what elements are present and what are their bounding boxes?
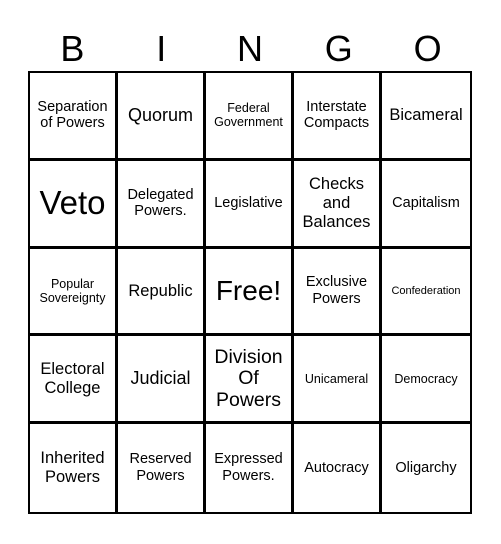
bingo-cell[interactable]: Electoral College: [30, 336, 118, 425]
bingo-cell[interactable]: Division Of Powers: [206, 336, 294, 425]
bingo-cell[interactable]: Legislative: [206, 160, 294, 249]
free-space[interactable]: Free!: [206, 248, 294, 337]
header-letter-i: I: [156, 28, 167, 69]
bingo-cell[interactable]: Unicameral: [294, 336, 382, 425]
header-letter-n: N: [236, 28, 263, 69]
bingo-cell[interactable]: Capitalism: [382, 161, 470, 249]
bingo-cell[interactable]: Oligarchy: [382, 424, 470, 512]
bingo-cell[interactable]: Federal Government: [206, 73, 294, 161]
bingo-cell[interactable]: Republic: [118, 248, 206, 337]
bingo-cell[interactable]: Bicameral: [382, 73, 470, 161]
bingo-cell[interactable]: Confederation: [382, 249, 470, 337]
bingo-cell[interactable]: Inherited Powers: [30, 424, 118, 512]
bingo-cell[interactable]: Separation of Powers: [30, 73, 118, 161]
bingo-grid: Separation of Powers Quorum Federal Gove…: [28, 71, 472, 514]
header-letter-b: B: [60, 28, 85, 69]
bingo-cell[interactable]: Quorum: [118, 73, 206, 161]
bingo-header: B I N G O: [28, 28, 472, 70]
header-letter-o: O: [413, 28, 442, 69]
bingo-cell[interactable]: Veto: [30, 160, 118, 249]
bingo-cell[interactable]: Checks and Balances: [294, 160, 382, 249]
bingo-cell[interactable]: Exclusive Powers: [294, 248, 382, 337]
bingo-cell[interactable]: Reserved Powers: [118, 424, 206, 512]
bingo-cell[interactable]: Autocracy: [294, 424, 382, 512]
bingo-cell[interactable]: Judicial: [118, 336, 206, 425]
bingo-cell[interactable]: Expressed Powers.: [206, 424, 294, 512]
bingo-cell[interactable]: Delegated Powers.: [118, 160, 206, 249]
header-letter-g: G: [324, 28, 353, 69]
bingo-cell[interactable]: Democracy: [382, 336, 470, 425]
bingo-cell[interactable]: Popular Sovereignty: [30, 248, 118, 337]
bingo-cell[interactable]: Interstate Compacts: [294, 73, 382, 161]
